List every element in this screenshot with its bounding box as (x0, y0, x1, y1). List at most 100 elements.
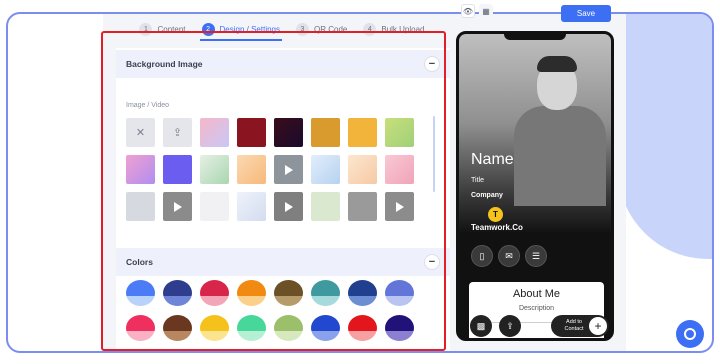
mail-icon[interactable]: ✉ (498, 245, 520, 267)
step-number: 1 (139, 22, 153, 36)
share-icon[interactable]: ⇪ (499, 315, 521, 337)
swatch-primary (311, 315, 340, 331)
swatch-secondary (385, 295, 414, 306)
phone-icon[interactable]: ▯ (471, 245, 493, 267)
collapse-button[interactable]: − (424, 254, 440, 270)
upload-background-button[interactable]: ⇪ (163, 118, 192, 147)
color-swatch[interactable] (274, 315, 303, 341)
swatch-secondary (385, 330, 414, 341)
collapse-button[interactable]: − (424, 56, 440, 72)
video-thumbnail[interactable] (163, 192, 192, 221)
image-thumbnail[interactable] (126, 192, 155, 221)
image-thumbnail[interactable] (274, 118, 303, 147)
swatch-secondary (348, 330, 377, 341)
image-thumbnail[interactable] (163, 155, 192, 184)
swatch-primary (163, 280, 192, 296)
swatch-secondary (311, 295, 340, 306)
qr-code-icon[interactable]: ▩ (470, 315, 492, 337)
color-swatch[interactable] (237, 315, 266, 341)
swatch-primary (385, 315, 414, 331)
image-thumbnail[interactable] (311, 155, 340, 184)
step-content[interactable]: 1 Content (137, 14, 187, 44)
image-thumbnail[interactable] (348, 118, 377, 147)
grid-icon[interactable]: ▦ (479, 4, 493, 18)
image-thumbnail[interactable] (237, 192, 266, 221)
video-thumbnail[interactable] (274, 192, 303, 221)
swatch-primary (274, 280, 303, 296)
swatch-secondary (237, 295, 266, 306)
swatch-secondary (348, 295, 377, 306)
person-hair (537, 56, 577, 72)
image-thumbnail[interactable] (200, 155, 229, 184)
swatch-primary (200, 315, 229, 331)
step-design-settings[interactable]: 2 Design / Settings (199, 14, 283, 44)
colors-header[interactable]: Colors − (116, 248, 450, 276)
step-number: 2 (201, 22, 215, 36)
step-number: 3 (296, 22, 309, 36)
swatch-secondary (200, 330, 229, 341)
step-label: Bulk Upload (381, 24, 425, 34)
color-swatch[interactable] (385, 280, 414, 306)
save-button[interactable]: Save (561, 5, 611, 22)
close-icon: ✕ (135, 127, 146, 139)
background-image-header[interactable]: Background Image − (116, 50, 450, 78)
play-icon (395, 201, 404, 212)
video-thumbnail[interactable] (385, 192, 414, 221)
color-swatch[interactable] (348, 315, 377, 341)
chat-icon[interactable]: ☰ (525, 245, 547, 267)
editor-panel: 1 Content 2 Design / Settings 3 QR Code … (103, 14, 461, 351)
play-icon (173, 201, 182, 212)
swatch-secondary (274, 295, 303, 306)
plus-icon: + (589, 317, 607, 335)
color-swatch-grid (126, 280, 426, 341)
step-bulk-upload[interactable]: 4 Bulk Upload (361, 14, 426, 44)
image-thumbnail[interactable] (348, 155, 377, 184)
swatch-primary (200, 280, 229, 296)
image-thumbnail[interactable] (126, 155, 155, 184)
swatch-primary (348, 280, 377, 296)
color-swatch[interactable] (126, 315, 155, 341)
image-thumbnail[interactable] (237, 155, 266, 184)
image-thumbnail[interactable] (200, 192, 229, 221)
color-swatch[interactable] (163, 315, 192, 341)
swatch-secondary (237, 330, 266, 341)
profile-company: Company (471, 192, 503, 199)
scrollbar[interactable] (433, 116, 435, 192)
chat-bubble-icon (684, 328, 696, 340)
swatch-secondary (163, 295, 192, 306)
color-swatch[interactable] (237, 280, 266, 306)
phone-notch (504, 34, 566, 40)
no-background-button[interactable]: ✕ (126, 118, 155, 147)
swatch-primary (348, 315, 377, 331)
image-thumbnail[interactable] (348, 192, 377, 221)
color-swatch[interactable] (385, 315, 414, 341)
color-swatch[interactable] (200, 315, 229, 341)
image-thumbnail[interactable] (311, 118, 340, 147)
color-swatch[interactable] (126, 280, 155, 306)
phone-preview: Name Title Company T Teamwork.Co ▯ ✉ ☰ A… (456, 31, 614, 341)
chat-support-button[interactable] (676, 320, 704, 348)
step-qr-code[interactable]: 3 QR Code (294, 14, 349, 44)
image-thumbnail[interactable] (200, 118, 229, 147)
color-swatch[interactable] (200, 280, 229, 306)
profile-title: Title (471, 177, 484, 184)
eye-icon[interactable]: 👁 (461, 4, 475, 18)
color-swatch[interactable] (274, 280, 303, 306)
add-to-contact-button[interactable]: Add to Contact + (551, 315, 609, 337)
color-swatch[interactable] (348, 280, 377, 306)
image-thumbnail[interactable] (311, 192, 340, 221)
step-label: Content (157, 24, 186, 34)
add-contact-label: Add to Contact (564, 319, 584, 332)
view-toggle: 👁 ▦ (461, 4, 493, 18)
image-thumbnail[interactable] (385, 155, 414, 184)
image-thumbnail[interactable] (237, 118, 266, 147)
swatch-primary (163, 315, 192, 331)
color-swatch[interactable] (311, 315, 340, 341)
background-thumbnail-grid: ✕ ⇪ (126, 118, 426, 221)
image-thumbnail[interactable] (385, 118, 414, 147)
color-swatch[interactable] (163, 280, 192, 306)
color-swatch[interactable] (311, 280, 340, 306)
swatch-primary (126, 280, 155, 296)
swatch-secondary (274, 330, 303, 341)
video-thumbnail[interactable] (274, 155, 303, 184)
